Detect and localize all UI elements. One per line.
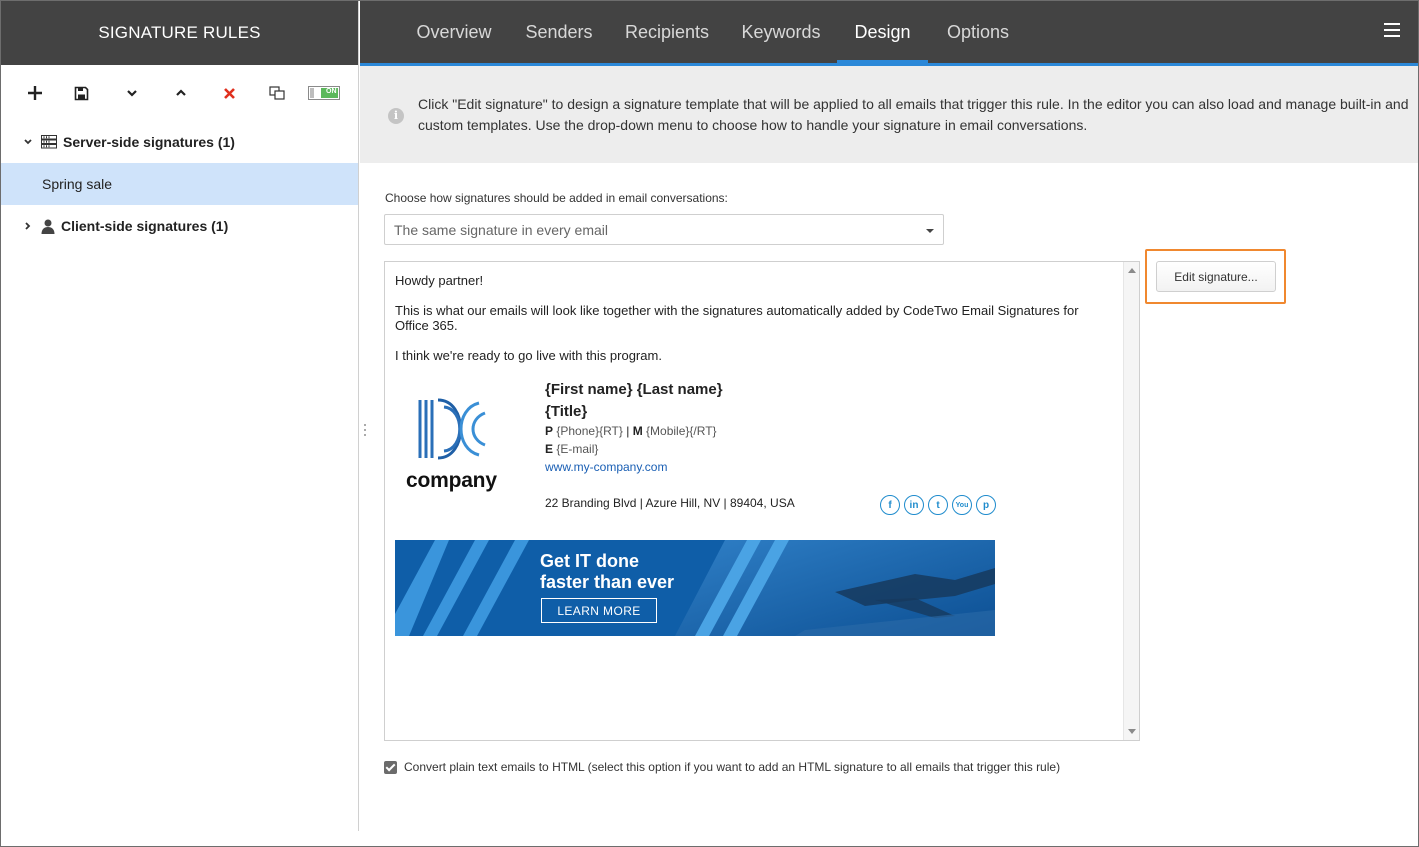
email-body-line: Office 365. [395, 318, 458, 333]
email-body-2: I think we're ready to go live with this… [395, 348, 662, 363]
duplicate-button[interactable] [265, 81, 289, 105]
chevron-down-icon [127, 90, 137, 97]
add-rule-button[interactable] [23, 81, 47, 105]
top-nav: Overview Senders Recipients Keywords Des… [360, 1, 1418, 63]
save-button[interactable] [69, 81, 93, 105]
chevron-up-icon [176, 89, 186, 96]
signature-preview: Howdy partner! This is what our emails w… [384, 261, 1140, 741]
social-icons: f in t You p [880, 495, 996, 515]
info-icon: i [388, 108, 404, 124]
email-label: E [545, 442, 554, 456]
rule-toggle[interactable]: ON [307, 81, 341, 105]
website-link[interactable]: www.my-company.com [545, 460, 667, 474]
email-body-1: This is what our emails will look like t… [395, 303, 1079, 333]
group-label: Server-side signatures (1) [63, 134, 235, 150]
move-up-button[interactable] [169, 81, 193, 105]
learn-more-button[interactable]: LEARN MORE [541, 598, 657, 623]
email-greeting: Howdy partner! [395, 273, 484, 288]
promo-headline-2: faster than ever [540, 572, 675, 592]
company-logo-text: company [406, 469, 497, 492]
signature-title: {Title} [545, 403, 588, 420]
tab-overview[interactable]: Overview [408, 1, 500, 63]
group-label: Client-side signatures (1) [61, 218, 229, 234]
convert-html-option: Convert plain text emails to HTML (selec… [384, 760, 1060, 774]
info-line-2: custom templates. Use the drop-down menu… [418, 117, 1088, 133]
mobile-label: M [632, 424, 643, 438]
server-icon [41, 135, 57, 149]
scroll-up-icon[interactable] [1128, 268, 1136, 273]
select-value: The same signature in every email [394, 222, 608, 238]
convert-html-checkbox[interactable] [384, 760, 397, 774]
company-logo-mark-icon [418, 398, 486, 460]
phone-label: P [545, 424, 554, 438]
email-value: {E-mail} [556, 442, 599, 456]
promo-headline-1: Get IT done [540, 551, 639, 571]
twitter-icon[interactable]: t [928, 495, 948, 515]
signature-name: {First name} {Last name} [545, 381, 723, 398]
email-body-line: This is what our emails will look like t… [395, 303, 1079, 318]
sidebar-toolbar: ON [1, 65, 358, 121]
tab-recipients[interactable]: Recipients [618, 1, 716, 63]
info-text: Click "Edit signature" to design a signa… [418, 94, 1418, 136]
promo-banner-background [395, 540, 995, 636]
scroll-down-icon[interactable] [1128, 729, 1136, 734]
info-banner: i Click "Edit signature" to design a sig… [360, 66, 1418, 163]
phone-value: {Phone}{RT} [556, 424, 623, 438]
preview-scrollbar[interactable] [1123, 262, 1139, 740]
info-line-1: Click "Edit signature" to design a signa… [418, 96, 1409, 112]
rule-item-label: Spring sale [42, 176, 113, 192]
caret-down-icon [926, 229, 934, 233]
convert-html-label: Convert plain text emails to HTML (selec… [404, 760, 1061, 774]
duplicate-icon [268, 85, 285, 100]
chevron-down-icon[interactable] [15, 137, 41, 147]
panel-splitter[interactable] [364, 424, 367, 440]
signature-address: 22 Branding Blvd | Azure Hill, NV | 8940… [545, 496, 795, 510]
signature-phone-line: P {Phone}{RT} | M {Mobile}{/RT} [545, 424, 717, 438]
chevron-right-icon[interactable] [15, 221, 41, 231]
tab-options[interactable]: Options [937, 1, 1019, 63]
toggle-label: ON [326, 88, 337, 95]
edit-signature-button[interactable]: Edit signature... [1156, 261, 1276, 292]
delete-icon [223, 87, 235, 99]
conversation-mode-label: Choose how signatures should be added in… [385, 191, 728, 205]
group-server-side[interactable]: Server-side signatures (1) [1, 121, 358, 163]
linkedin-icon[interactable]: in [904, 495, 924, 515]
group-client-side[interactable]: Client-side signatures (1) [1, 205, 358, 247]
promo-banner[interactable]: Get IT done faster than ever LEARN MORE [395, 540, 995, 636]
separator: | [626, 424, 630, 438]
company-logo: company [395, 397, 505, 497]
mobile-value: {Mobile}{/RT} [646, 424, 717, 438]
signature-email-line: E {E-mail} [545, 442, 598, 456]
conversation-mode-select[interactable]: The same signature in every email [384, 214, 944, 245]
user-icon [41, 219, 55, 234]
delete-button[interactable] [217, 81, 241, 105]
plus-icon [28, 86, 42, 100]
tab-design[interactable]: Design [837, 1, 928, 63]
hamburger-menu-icon[interactable] [1384, 23, 1400, 37]
rule-item-spring-sale[interactable]: Spring sale [1, 163, 358, 205]
tab-senders[interactable]: Senders [518, 1, 600, 63]
save-icon [74, 86, 88, 100]
facebook-icon[interactable]: f [880, 495, 900, 515]
tab-keywords[interactable]: Keywords [734, 1, 828, 63]
edit-signature-highlight: Edit signature... [1145, 249, 1286, 304]
move-down-button[interactable] [120, 81, 144, 105]
sidebar: SIGNATURE RULES ON Server-side signature… [1, 1, 359, 831]
youtube-icon[interactable]: You [952, 495, 972, 515]
sidebar-title: SIGNATURE RULES [1, 1, 358, 65]
pinterest-icon[interactable]: p [976, 495, 996, 515]
